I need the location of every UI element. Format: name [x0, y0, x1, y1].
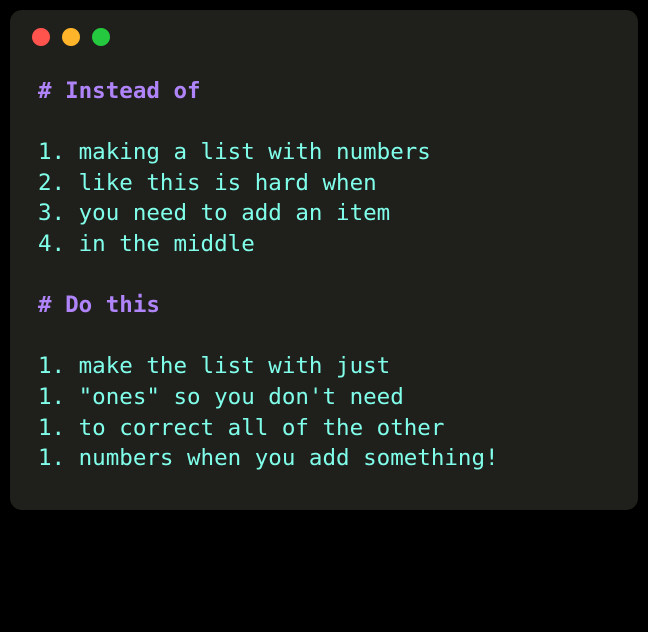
code-content: # Instead of 1. making a list with number…: [10, 54, 638, 510]
close-icon[interactable]: [32, 28, 50, 46]
heading: # Instead of: [38, 76, 610, 107]
minimize-icon[interactable]: [62, 28, 80, 46]
list-item: 1. make the list with just: [38, 351, 610, 382]
list-item: 3. you need to add an item: [38, 198, 610, 229]
list-item: 1. to correct all of the other: [38, 413, 610, 444]
heading: # Do this: [38, 290, 610, 321]
code-window: # Instead of 1. making a list with number…: [10, 10, 638, 510]
list-item: 1. "ones" so you don't need: [38, 382, 610, 413]
maximize-icon[interactable]: [92, 28, 110, 46]
list-item: 1. numbers when you add something!: [38, 443, 610, 474]
list-item: 2. like this is hard when: [38, 168, 610, 199]
titlebar: [10, 10, 638, 54]
list-item: 4. in the middle: [38, 229, 610, 260]
list-item: 1. making a list with numbers: [38, 137, 610, 168]
